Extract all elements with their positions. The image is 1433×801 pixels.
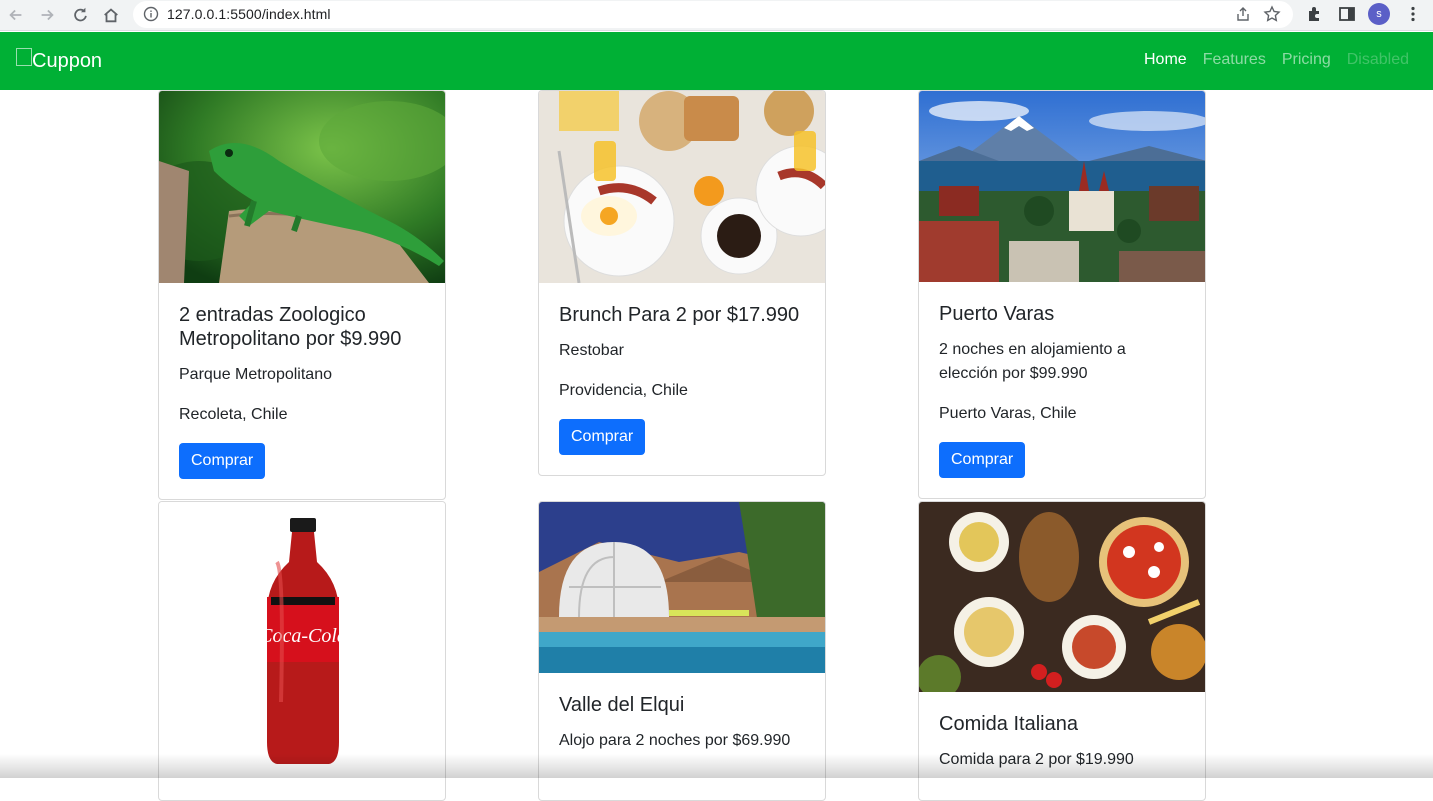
back-icon[interactable]	[5, 4, 27, 26]
forward-icon[interactable]	[36, 4, 58, 26]
profile-avatar[interactable]: s	[1368, 3, 1390, 25]
nav-link-home[interactable]: Home	[1144, 51, 1187, 69]
card-subtitle: 2 noches en alojamiento a elección por $…	[939, 338, 1185, 386]
home-icon[interactable]	[100, 4, 122, 26]
card-title: Brunch Para 2 por $17.990	[559, 303, 805, 327]
buy-button[interactable]: Comprar	[559, 419, 645, 455]
card-image-iguana	[159, 91, 445, 283]
deal-card: 2 entradas Zoologico Metropolitano por $…	[158, 90, 446, 500]
card-location: Providencia, Chile	[559, 379, 805, 403]
brand-logo[interactable]: Cuppon	[16, 48, 102, 74]
brand-alt-text: Cuppon	[32, 50, 102, 73]
deal-card: Puerto Varas 2 noches en alojamiento a e…	[918, 90, 1206, 499]
broken-image-icon	[16, 48, 32, 66]
sidebar-icon[interactable]	[1338, 5, 1356, 23]
deal-card: Comida Italiana Comida para 2 por $19.99…	[918, 501, 1206, 801]
card-image-comida-italiana	[919, 502, 1205, 692]
deal-card: Brunch Para 2 por $17.990 Restobar Provi…	[538, 90, 826, 476]
card-image-brunch	[539, 91, 825, 283]
bookmark-star-icon[interactable]	[1263, 5, 1281, 23]
card-subtitle: Restobar	[559, 339, 805, 363]
nav-link-pricing[interactable]: Pricing	[1282, 51, 1331, 69]
card-title: Puerto Varas	[939, 302, 1185, 326]
card-title: Comida Italiana	[939, 712, 1185, 736]
nav-link-features[interactable]: Features	[1203, 51, 1266, 69]
deal-card: Coca-Cola	[158, 501, 446, 801]
menu-kebab-icon[interactable]	[1404, 5, 1422, 23]
buy-button[interactable]: Comprar	[179, 443, 265, 479]
nav-links: Home Features Pricing Disabled	[1144, 51, 1409, 69]
browser-toolbar: 127.0.0.1:5500/index.html s	[0, 0, 1433, 31]
url-text: 127.0.0.1:5500/index.html	[167, 6, 331, 22]
card-location: Puerto Varas, Chile	[939, 402, 1185, 426]
share-icon[interactable]	[1235, 6, 1251, 22]
svg-text:Coca-Cola: Coca-Cola	[259, 625, 347, 647]
site-info-icon[interactable]	[143, 6, 159, 22]
card-location: Recoleta, Chile	[179, 403, 425, 427]
card-subtitle: Alojo para 2 noches por $69.990	[559, 729, 805, 753]
card-subtitle: Comida para 2 por $19.990	[939, 748, 1185, 772]
card-image-coca-cola: Coca-Cola	[159, 502, 445, 792]
buy-button[interactable]: Comprar	[939, 442, 1025, 478]
card-title: Valle del Elqui	[559, 693, 805, 717]
address-bar[interactable]: 127.0.0.1:5500/index.html	[133, 1, 1293, 28]
card-title: 2 entradas Zoologico Metropolitano por $…	[179, 303, 425, 351]
reload-icon[interactable]	[69, 4, 91, 26]
deals-grid: 2 entradas Zoologico Metropolitano por $…	[0, 90, 1433, 778]
card-image-puerto-varas	[919, 91, 1205, 282]
nav-link-disabled: Disabled	[1347, 51, 1409, 69]
deal-card: Valle del Elqui Alojo para 2 noches por …	[538, 501, 826, 801]
card-image-valle-del-elqui	[539, 502, 825, 673]
extensions-icon[interactable]	[1306, 5, 1324, 23]
card-subtitle: Parque Metropolitano	[179, 363, 425, 387]
site-navbar: Cuppon Home Features Pricing Disabled	[0, 32, 1433, 90]
